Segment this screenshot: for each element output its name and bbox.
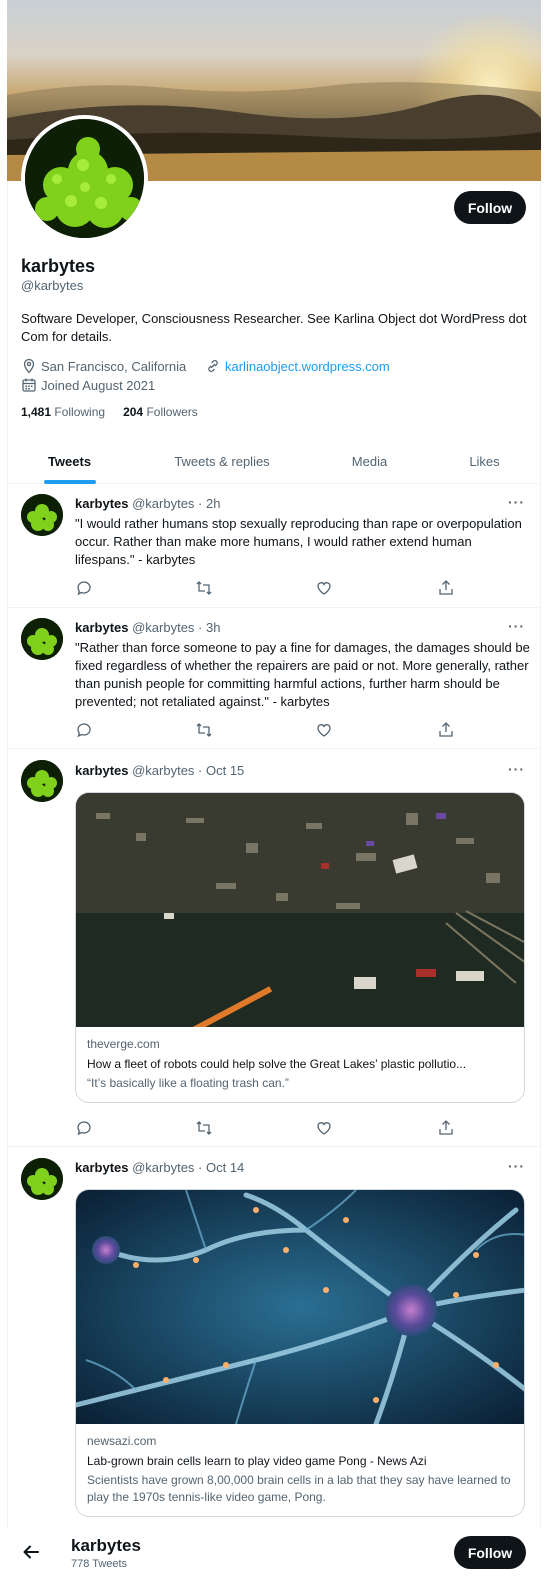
location-text: San Francisco, California (41, 358, 187, 374)
following-count: 1,481 (21, 405, 52, 419)
tweet-avatar[interactable] (21, 1158, 63, 1200)
tweet-count: 778 Tweets (71, 1558, 128, 1570)
sticky-profile-name: karbytes (71, 1536, 141, 1555)
tweet-meta[interactable]: @karbytes · 2h (132, 496, 220, 511)
like-icon[interactable] (315, 579, 333, 597)
tweet-header: karbytes @karbytes · Oct 15 (75, 763, 244, 778)
tweet-text: "Rather than force someone to pay a fine… (75, 640, 530, 709)
tweet-meta[interactable]: @karbytes · 3h (132, 620, 220, 635)
following-label: Following (54, 405, 106, 419)
romanesco-thumb (21, 1158, 63, 1200)
profile-name: karbytes (21, 256, 96, 276)
share-icon[interactable] (437, 1119, 455, 1137)
plastic-pollution-image (76, 793, 524, 1027)
tweet-header: karbytes @karbytes · 3h (75, 620, 220, 635)
card-description: Scientists have grown 8,00,000 brain cel… (87, 1473, 511, 1504)
like-icon[interactable] (315, 1119, 333, 1137)
follow-stats: 1,481 Following 204 Followers (21, 405, 198, 419)
share-icon[interactable] (437, 579, 455, 597)
follow-button[interactable]: Follow (454, 191, 526, 224)
card-title: How a fleet of robots could help solve t… (87, 1057, 467, 1071)
card-domain: newsazi.com (87, 1434, 157, 1448)
tab-tweets-replies[interactable]: Tweets & replies (147, 438, 297, 484)
tweet-avatar[interactable] (21, 618, 63, 660)
neuron-image (76, 1190, 524, 1424)
tweet-actions (75, 721, 475, 739)
tweet-header: karbytes @karbytes · 2h (75, 496, 220, 511)
sticky-profile-bar: karbytes 778 Tweets Follow (7, 1528, 541, 1583)
card-title: Lab-grown brain cells learn to play vide… (87, 1454, 427, 1468)
followers-label: Followers (146, 405, 198, 419)
card-domain: theverge.com (87, 1037, 160, 1051)
tab-active-indicator (43, 480, 96, 484)
tweet-actions (75, 1119, 475, 1137)
tweet[interactable]: karbytes @karbytes · 3h ··· "Rather than… (7, 608, 541, 749)
more-icon[interactable]: ··· (508, 494, 525, 510)
tweet-meta[interactable]: @karbytes · Oct 15 (132, 763, 244, 778)
link-card[interactable]: theverge.com How a fleet of robots could… (75, 792, 525, 1103)
followers-count: 204 (123, 405, 144, 419)
card-image (76, 1190, 524, 1424)
more-icon[interactable]: ··· (508, 618, 525, 634)
sticky-follow-button[interactable]: Follow (454, 1536, 526, 1569)
calendar-icon (22, 378, 36, 392)
romanesco-thumb (21, 618, 63, 660)
card-info: newsazi.com Lab-grown brain cells learn … (76, 1424, 524, 1516)
reply-icon[interactable] (75, 721, 93, 739)
card-description: “It’s basically like a floating trash ca… (87, 1076, 289, 1090)
romanesco-thumb (21, 760, 63, 802)
reply-icon[interactable] (75, 1119, 93, 1137)
tab-label: Media (351, 453, 388, 469)
romanesco-thumb (21, 494, 63, 536)
more-icon[interactable]: ··· (508, 1158, 525, 1174)
profile-bio: Software Developer, Consciousness Resear… (21, 311, 527, 344)
share-icon[interactable] (437, 721, 455, 739)
tab-label: Likes (469, 453, 500, 469)
tweet-author[interactable]: karbytes (75, 620, 128, 635)
retweet-icon[interactable] (195, 721, 213, 739)
like-icon[interactable] (315, 721, 333, 739)
website-link[interactable]: karlinaobject.wordpress.com (225, 359, 390, 374)
tweet-author[interactable]: karbytes (75, 496, 128, 511)
reply-icon[interactable] (75, 579, 93, 597)
tab-likes[interactable]: Likes (432, 438, 537, 484)
tweet[interactable]: karbytes @karbytes · 2h ··· "I would rat… (7, 485, 541, 608)
tab-label: Tweets & replies (174, 453, 270, 469)
tweet-author[interactable]: karbytes (75, 763, 128, 778)
link-card[interactable]: newsazi.com Lab-grown brain cells learn … (75, 1189, 525, 1517)
retweet-icon[interactable] (195, 1119, 213, 1137)
tweet-avatar[interactable] (21, 760, 63, 802)
card-info: theverge.com How a fleet of robots could… (76, 1027, 524, 1102)
location-icon (23, 358, 35, 374)
link-icon (208, 360, 218, 372)
followers-stat[interactable]: 204 Followers (123, 405, 198, 419)
tweet-actions (75, 579, 475, 597)
profile-website[interactable]: karlinaobject.wordpress.com (205, 358, 390, 374)
tweet-author[interactable]: karbytes (75, 1160, 128, 1175)
tweet[interactable]: karbytes @karbytes · Oct 15 ··· theverge… (7, 749, 541, 1147)
tab-tweets[interactable]: Tweets (7, 438, 132, 484)
tab-label: Tweets (47, 453, 92, 469)
profile-joined: Joined August 2021 (21, 377, 155, 393)
tweet-header: karbytes @karbytes · Oct 14 (75, 1160, 244, 1175)
profile-handle: @karbytes (21, 278, 84, 293)
more-icon[interactable]: ··· (508, 761, 525, 777)
profile-location: San Francisco, California (21, 358, 186, 374)
tweet-text: "I would rather humans stop sexually rep… (75, 516, 522, 567)
tab-media[interactable]: Media (317, 438, 422, 484)
tweet[interactable]: karbytes @karbytes · Oct 14 ··· newsazi.… (7, 1147, 541, 1583)
following-stat[interactable]: 1,481 Following (21, 405, 105, 419)
joined-text: Joined August 2021 (41, 377, 156, 393)
tweet-avatar[interactable] (21, 494, 63, 536)
profile-tabs: Tweets Tweets & replies Media Likes (7, 438, 541, 484)
back-arrow-icon[interactable] (21, 1542, 41, 1562)
card-image (76, 793, 524, 1027)
retweet-icon[interactable] (195, 579, 213, 597)
profile-avatar[interactable] (21, 115, 148, 242)
tweet-meta[interactable]: @karbytes · Oct 14 (132, 1160, 244, 1175)
